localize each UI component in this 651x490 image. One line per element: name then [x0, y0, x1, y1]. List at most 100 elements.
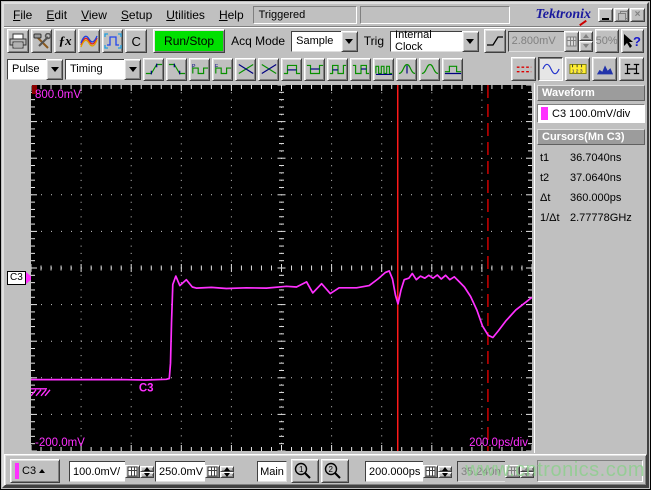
- help-pointer-icon: ?: [624, 34, 641, 49]
- acq-mode-value: Sample: [291, 30, 341, 52]
- horizontal-position-spinner[interactable]: [520, 465, 534, 478]
- trig-source-select[interactable]: Internal Clock: [390, 29, 479, 53]
- meas-frequency-button[interactable]: F: [212, 57, 233, 81]
- color-waveform-icon: [80, 35, 98, 48]
- channel-selector-arrow-icon: [39, 469, 46, 473]
- horizontal-scale-spinner[interactable]: [438, 465, 452, 478]
- svg-text:1 2 3: 1 2 3: [571, 69, 582, 75]
- menu-edit[interactable]: Edit: [39, 6, 74, 24]
- cursor-row-t2: t2 37.0640ns: [540, 172, 622, 184]
- acq-mode-label: Acq Mode: [231, 34, 286, 48]
- waveform-display-button[interactable]: [538, 57, 563, 81]
- function-button[interactable]: ƒx: [54, 29, 77, 53]
- mask-display-button[interactable]: [619, 57, 644, 81]
- meas-burst-width-button[interactable]: [373, 57, 394, 81]
- meas-mean-button[interactable]: [442, 57, 463, 81]
- y-min-label: -200.0mV: [35, 437, 85, 449]
- meas-rise-time-button[interactable]: [143, 57, 164, 81]
- context-help-button[interactable]: ?: [620, 29, 645, 53]
- meas-amplitude-button[interactable]: [419, 57, 440, 81]
- horizontal-position-keypad-icon[interactable]: [505, 465, 520, 478]
- mag1-zoom-button[interactable]: 1: [291, 459, 319, 483]
- horizontal-scale-keypad-icon[interactable]: [423, 465, 438, 478]
- meas-neg-duty-button[interactable]: [350, 57, 371, 81]
- pulse-select[interactable]: Pulse: [7, 58, 63, 80]
- svg-text:1: 1: [299, 465, 304, 474]
- histogram-icon: [596, 65, 613, 75]
- tools-icon: [33, 33, 51, 49]
- menu-setup[interactable]: Setup: [114, 6, 159, 24]
- channel-selector-label: C3: [22, 465, 37, 477]
- meas-pos-duty-button[interactable]: [327, 57, 348, 81]
- meas-pos-width-button[interactable]: [281, 57, 302, 81]
- tools-button[interactable]: [30, 29, 53, 53]
- menu-help[interactable]: Help: [212, 6, 251, 24]
- vertical-scale-field[interactable]: 100.0mV/: [69, 461, 125, 482]
- vertical-offset-keypad-icon[interactable]: [205, 465, 220, 478]
- vertical-offset-spinner[interactable]: [220, 465, 234, 478]
- vertical-scale-control: 100.0mV/: [69, 461, 154, 482]
- meas-period-button[interactable]: P: [189, 57, 210, 81]
- trigger-level-field: 2.800mV: [507, 30, 564, 52]
- trigger-status: Triggered: [252, 6, 357, 24]
- set-50pct-button[interactable]: 50%: [594, 29, 619, 53]
- magnifier-2-icon: 2: [324, 462, 341, 479]
- vertical-scale-keypad-icon[interactable]: [125, 465, 140, 478]
- meas-neg-width-button[interactable]: [304, 57, 325, 81]
- trigger-level-keypad-icon[interactable]: [563, 30, 579, 52]
- waveform-database-button[interactable]: [78, 29, 100, 53]
- svg-text:2: 2: [329, 465, 334, 474]
- channel-c3-marker-label: C3: [7, 270, 26, 285]
- histogram-display-button[interactable]: [592, 57, 617, 81]
- channel-selector-button[interactable]: C3: [10, 459, 60, 483]
- print-button[interactable]: [7, 29, 29, 53]
- center-crosshair: [31, 85, 532, 451]
- minimize-button[interactable]: [598, 8, 613, 22]
- mag2-zoom-button[interactable]: 2: [321, 459, 349, 483]
- meas-pos-overshoot-button[interactable]: [396, 57, 417, 81]
- menu-file[interactable]: File: [6, 6, 39, 24]
- cursors-panel-header: Cursors(Mn C3): [537, 129, 645, 145]
- menu-view[interactable]: View: [74, 6, 114, 24]
- trigger-level-control: 2.800mV: [507, 30, 593, 52]
- trigger-slope-button[interactable]: [483, 29, 506, 53]
- trig-dropdown-arrow[interactable]: [461, 30, 479, 52]
- vertical-offset-control: 250.0mV: [155, 461, 234, 482]
- timing-select[interactable]: Timing: [65, 58, 141, 80]
- display-area: C3 800.0mV -200.0mV 200.0ps/div C3 Waveform…: [4, 83, 647, 453]
- waveform-graticule[interactable]: 800.0mV -200.0mV 200.0ps/div C3: [31, 85, 532, 451]
- trig-label: Trig: [363, 34, 385, 48]
- rising-edge-icon: [486, 36, 503, 46]
- horizontal-scale-field[interactable]: 200.000ps: [365, 461, 423, 482]
- channel-color-stripe: [15, 463, 19, 479]
- acq-mode-select[interactable]: Sample: [291, 30, 358, 52]
- horizontal-scale-control: 200.000ps: [365, 461, 452, 482]
- pulse-dropdown-arrow[interactable]: [46, 58, 63, 80]
- status-strip: [537, 460, 643, 482]
- fx-label: ƒx: [58, 33, 72, 48]
- vertical-scale-spinner[interactable]: [140, 465, 154, 478]
- trigger-level-spinner[interactable]: [578, 30, 593, 52]
- pulse-define-button[interactable]: [101, 29, 124, 53]
- channel-scale-readout[interactable]: C3 100.0mV/div: [537, 104, 645, 123]
- meas-cross-rise-button[interactable]: [235, 57, 256, 81]
- meas-cross-fall-button[interactable]: [258, 57, 279, 81]
- timing-dropdown-arrow[interactable]: [124, 58, 141, 80]
- ground-reference-icon: [31, 388, 51, 397]
- channel-c3-marker[interactable]: C3: [7, 270, 33, 285]
- close-button[interactable]: ×: [630, 8, 645, 22]
- ibeam-icon: [624, 63, 639, 75]
- cursor-row-t1: t1 36.7040ns: [540, 152, 622, 164]
- acq-mode-dropdown-arrow[interactable]: [340, 30, 358, 52]
- sine-icon: [541, 63, 560, 75]
- vertical-offset-field[interactable]: 250.0mV: [155, 461, 205, 482]
- meas-fall-time-button[interactable]: [166, 57, 187, 81]
- cursors-display-button[interactable]: [511, 57, 536, 81]
- restore-button[interactable]: [614, 8, 629, 22]
- ruler-123-icon: 1 2 3: [568, 64, 587, 75]
- clear-button[interactable]: C: [125, 29, 148, 53]
- run-stop-button[interactable]: Run/Stop: [153, 29, 226, 53]
- measurement-display-button[interactable]: 1 2 3: [565, 57, 590, 81]
- channel-color-swatch: [541, 107, 548, 120]
- menu-utilities[interactable]: Utilities: [159, 6, 212, 24]
